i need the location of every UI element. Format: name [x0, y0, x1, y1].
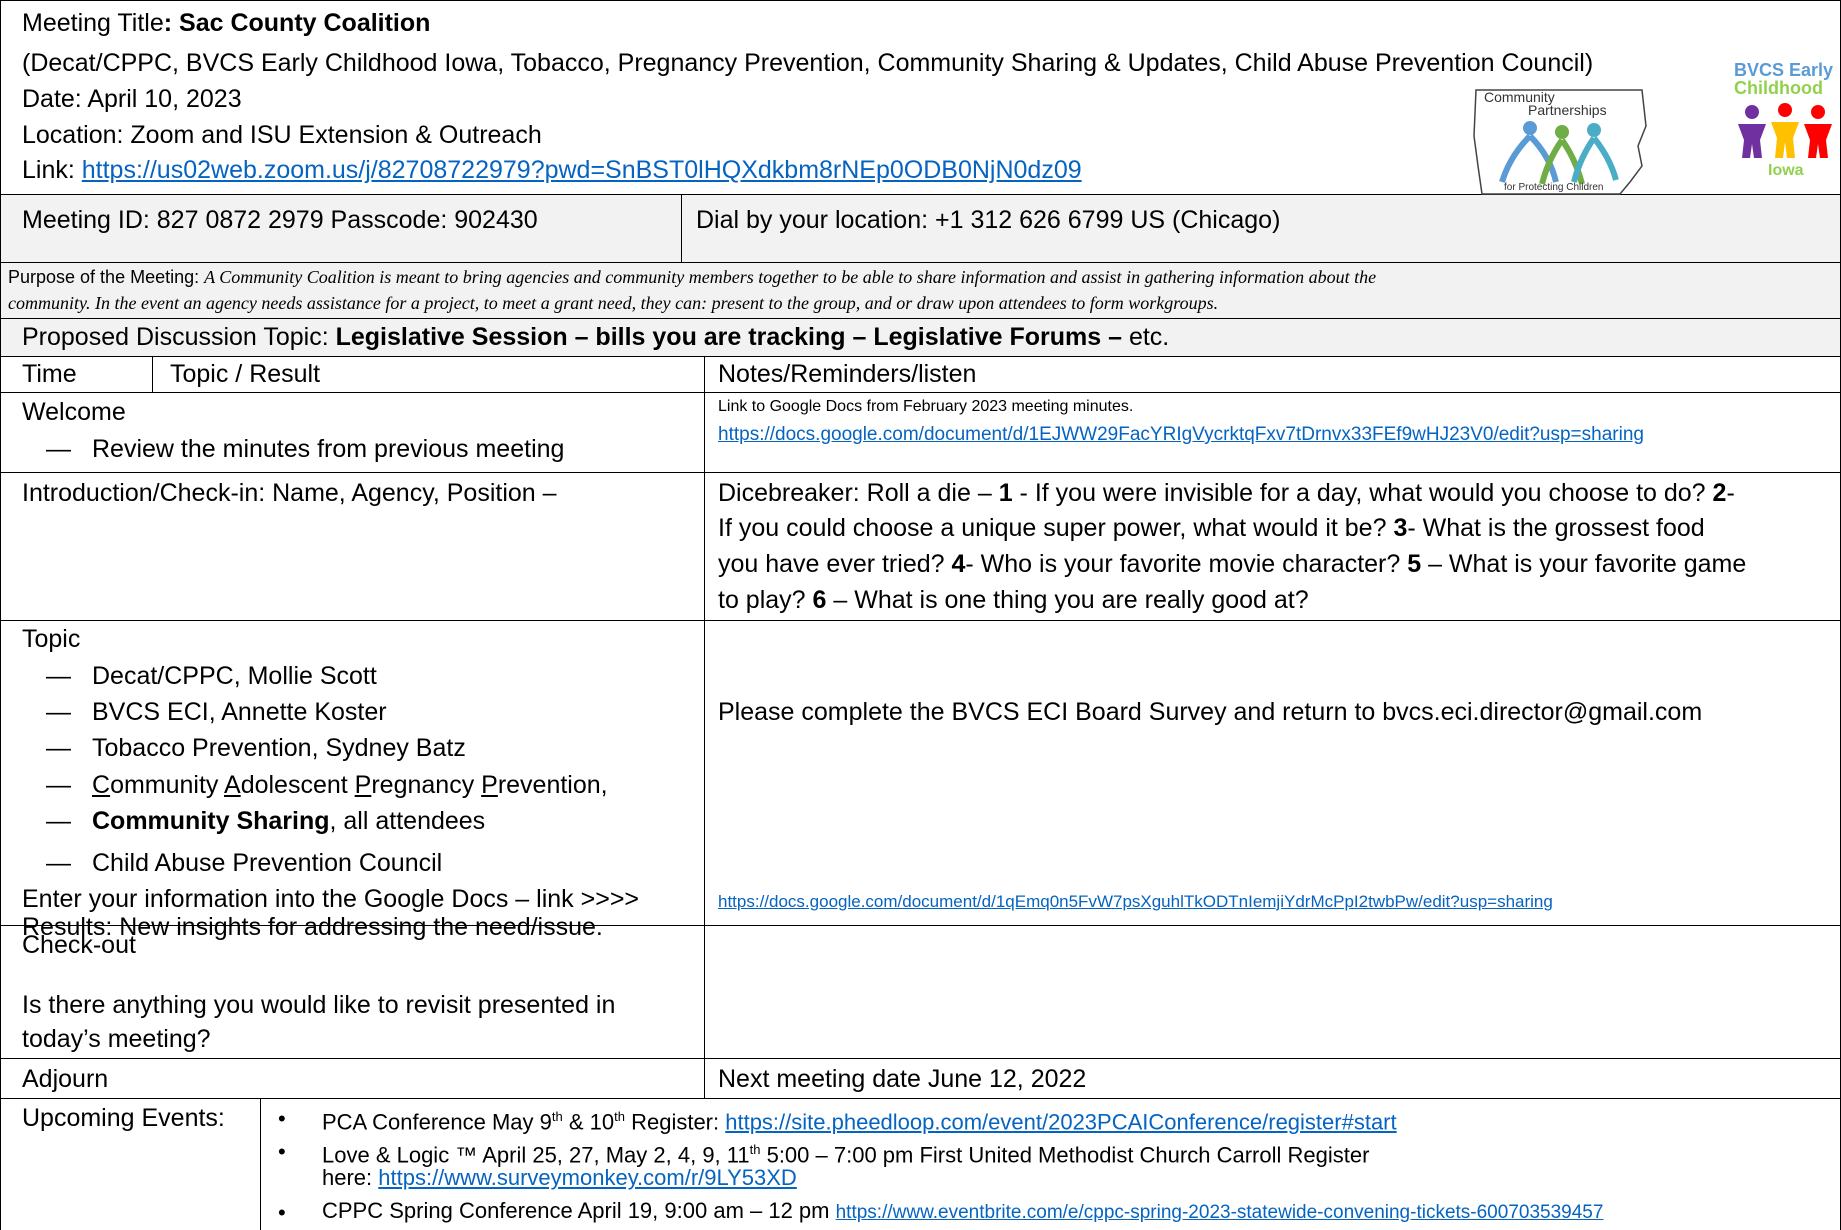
event-cppc: CPPC Spring Conference April 19, 9:00 am… — [322, 1198, 1604, 1223]
discussion-topic: Proposed Discussion Topic: Legislative S… — [22, 323, 1170, 351]
dash-icon: — — [46, 734, 71, 762]
welcome-title: Welcome — [22, 398, 126, 426]
cppc-tickets-link[interactable]: https://www.eventbrite.com/e/cppc-spring… — [836, 1202, 1604, 1223]
topic-item-tobacco: — Tobacco Prevention, Sydney Batz — [46, 734, 466, 762]
adjourn-title: Adjourn — [22, 1065, 109, 1093]
event-pca: PCA Conference May 9th & 10th Register: … — [322, 1109, 1397, 1135]
dicebreaker-line4: to play? 6 – What is one thing you are r… — [718, 586, 1309, 614]
next-meeting-note: Next meeting date June 12, 2022 — [718, 1065, 1087, 1093]
event-love-logic-link-line: here: https://www.surveymonkey.com/r/9LY… — [322, 1165, 797, 1190]
welcome-note: Link to Google Docs from February 2023 m… — [718, 398, 1134, 415]
meeting-location: Location: Zoom and ISU Extension & Outre… — [22, 121, 542, 149]
info-doc-link[interactable]: https://docs.google.com/document/d/1qEmq… — [718, 892, 1553, 911]
purpose-line2: community. In the event an agency needs … — [8, 293, 1219, 313]
minutes-doc-link[interactable]: https://docs.google.com/document/d/1EJWW… — [718, 424, 1644, 445]
purpose-line1: Purpose of the Meeting: A Community Coal… — [8, 267, 1377, 287]
meeting-title: Meeting Title: Sac County Coalition — [22, 9, 431, 37]
dial-in: Dial by your location: +1 312 626 6799 U… — [696, 206, 1281, 234]
community-partnerships-logo: Community Partnerships for Protecting Ch… — [1470, 86, 1650, 200]
topic-item-capc: — Child Abuse Prevention Council — [46, 849, 443, 877]
bullet-icon: • — [278, 1139, 286, 1164]
zoom-link[interactable]: https://us02web.zoom.us/j/82708722979?pw… — [82, 156, 1082, 184]
topic-item-capp: — Community Adolescent Pregnancy Preventi… — [46, 771, 608, 799]
meeting-date: Date: April 10, 2023 — [22, 85, 242, 113]
pca-register-link[interactable]: https://site.pheedloop.com/event/2023PCA… — [725, 1109, 1396, 1134]
intro-title: Introduction/Check-in: Name, Agency, Pos… — [22, 479, 557, 507]
dash-icon: — — [46, 849, 71, 877]
col-time: Time — [22, 360, 77, 388]
topic-item-decat: — Decat/CPPC, Mollie Scott — [46, 662, 377, 690]
dash-icon: — — [46, 435, 71, 463]
bullet-icon: • — [278, 1106, 286, 1131]
dicebreaker-line3: you have ever tried? 4- Who is your favo… — [718, 550, 1747, 578]
checkout-line1: Is there anything you would like to revi… — [22, 991, 616, 1019]
checkout-line2: today’s meeting? — [22, 1025, 211, 1053]
children-figures-icon — [1738, 103, 1832, 158]
love-logic-register-link[interactable]: https://www.surveymonkey.com/r/9LY53XD — [378, 1165, 797, 1190]
topic-doc-link-wrap: https://docs.google.com/document/d/1qEmq… — [718, 891, 1553, 913]
cp-logo-line2: Partnerships — [1528, 102, 1607, 118]
welcome-item: — Review the minutes from previous meetin… — [46, 435, 565, 463]
cp-logo-line3: for Protecting Children — [1504, 182, 1604, 193]
dash-icon: — — [46, 771, 71, 799]
meeting-id: Meeting ID: 827 0872 2979 Passcode: 9024… — [22, 206, 538, 234]
col-topic: Topic / Result — [170, 360, 321, 388]
dicebreaker-line2: If you could choose a unique super power… — [718, 514, 1705, 542]
events-label: Upcoming Events: — [22, 1104, 225, 1132]
bvcs-logo: BVCS Early Childhood Iowa — [1732, 60, 1838, 180]
meeting-link-line: Link: https://us02web.zoom.us/j/82708722… — [22, 156, 1082, 184]
dash-icon: — — [46, 807, 71, 835]
meeting-groups: (Decat/CPPC, BVCS Early Childhood Iowa, … — [22, 49, 1594, 77]
topic-title: Topic — [22, 625, 81, 653]
col-notes: Notes/Reminders/listen — [718, 360, 977, 388]
board-survey-note: Please complete the BVCS ECI Board Surve… — [718, 698, 1703, 726]
dicebreaker-line1: Dicebreaker: Roll a die – 1 - If you wer… — [718, 479, 1735, 507]
dash-icon: — — [46, 698, 71, 726]
bvcs-logo-line2: Childhood — [1734, 78, 1823, 98]
topic-enter-info: Enter your information into the Google D… — [22, 885, 640, 913]
welcome-note-link-wrap: https://docs.google.com/document/d/1EJWW… — [718, 423, 1644, 447]
bullet-icon: • — [278, 1200, 286, 1225]
topic-item-bvcs: — BVCS ECI, Annette Koster — [46, 698, 387, 726]
bvcs-logo-line3: Iowa — [1768, 162, 1804, 179]
checkout-title: Check-out — [22, 931, 136, 959]
dash-icon: — — [46, 662, 71, 690]
topic-item-sharing: — Community Sharing, all attendees — [46, 807, 486, 835]
